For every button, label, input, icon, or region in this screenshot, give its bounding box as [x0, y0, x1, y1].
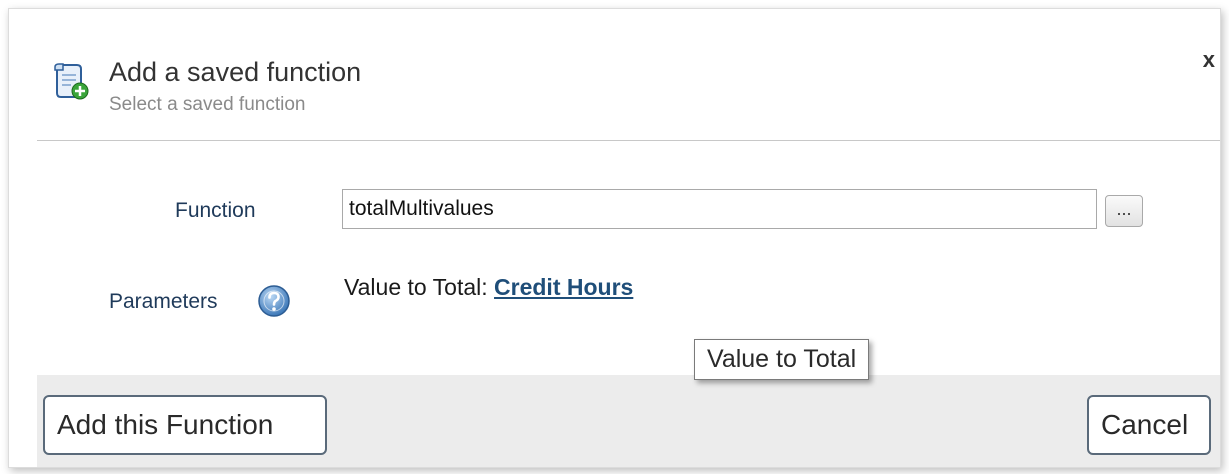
add-saved-function-dialog: Add a saved function Select a saved func…	[8, 8, 1221, 468]
parameter-name: Value to Total:	[344, 274, 488, 300]
parameters-label: Parameters	[109, 290, 218, 313]
header-divider	[37, 140, 1220, 141]
parameter-row: Value to Total: Credit Hours	[344, 274, 633, 301]
add-function-button[interactable]: Add this Function	[43, 395, 327, 455]
function-label: Function	[175, 199, 256, 222]
cancel-button[interactable]: Cancel	[1087, 395, 1211, 455]
help-icon[interactable]	[257, 284, 291, 318]
parameter-value-link[interactable]: Credit Hours	[494, 274, 633, 300]
parameter-tooltip: Value to Total	[694, 339, 870, 380]
close-button[interactable]: x	[1203, 47, 1215, 73]
dialog-subtitle: Select a saved function	[109, 94, 306, 115]
dialog-header: Add a saved function Select a saved func…	[9, 9, 1220, 141]
browse-function-button[interactable]: ...	[1105, 195, 1143, 227]
function-input[interactable]	[342, 189, 1097, 229]
dialog-title: Add a saved function	[109, 57, 362, 87]
saved-function-add-icon	[54, 63, 89, 100]
